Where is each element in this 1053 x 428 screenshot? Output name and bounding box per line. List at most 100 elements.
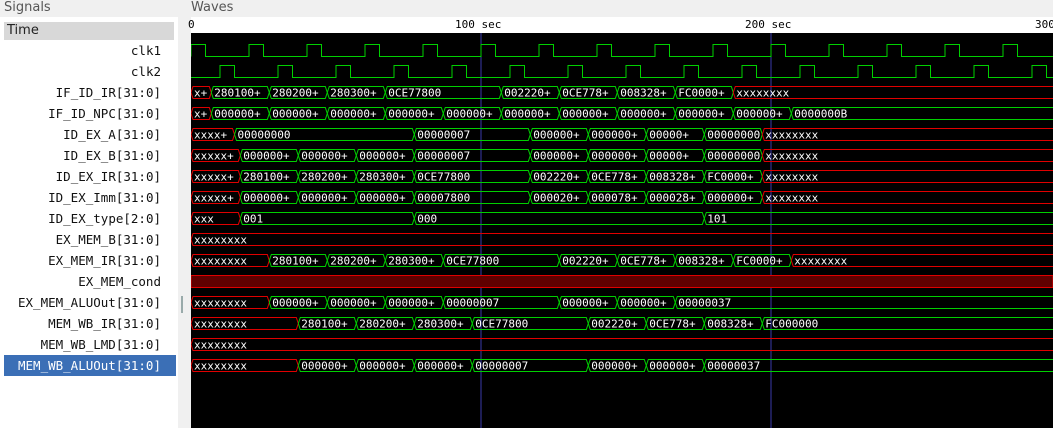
bus-value: 0000000B — [794, 108, 847, 121]
bus-value: 00000007 — [417, 150, 470, 163]
bus-value: 00000000 — [707, 129, 760, 142]
signal-name[interactable]: ID_EX_B[31:0] — [4, 145, 176, 166]
bus-value: 000000+ — [330, 297, 377, 310]
bus-value: xxxxxxxx — [765, 129, 818, 142]
signal-name[interactable]: MEM_WB_IR[31:0] — [4, 313, 176, 334]
bus-value: 000000+ — [301, 192, 348, 205]
signal-name[interactable]: ID_EX_A[31:0] — [4, 124, 176, 145]
bus-segment — [191, 338, 1053, 351]
bus-value: xxxxxxxx — [765, 192, 818, 205]
bus-value: 280200+ — [272, 87, 319, 100]
bus-value: 280200+ — [301, 171, 348, 184]
bus-value: 000000+ — [272, 297, 319, 310]
bus-value: 000000+ — [243, 150, 290, 163]
bus-value: 002220+ — [533, 171, 580, 184]
bus-value: 0CE77800 — [417, 171, 470, 184]
bus-value: 008328+ — [649, 171, 696, 184]
signal-name[interactable]: EX_MEM_IR[31:0] — [4, 250, 176, 271]
bus-value: 000000+ — [301, 150, 348, 163]
bus-value: 00007800 — [417, 192, 470, 205]
bus-value: 000020+ — [533, 192, 580, 205]
bus-value: xxxxxxxx — [765, 150, 818, 163]
bus-value: 000000+ — [359, 150, 406, 163]
signal-name[interactable]: MEM_WB_ALUOut[31:0] — [4, 355, 176, 376]
bus-value: 280100+ — [272, 255, 319, 268]
signal-name[interactable]: ID_EX_IR[31:0] — [4, 166, 176, 187]
bus-value: 000000+ — [707, 192, 754, 205]
bus-value: 00000007 — [475, 360, 528, 373]
ruler-tick-label: 100 sec — [455, 18, 502, 31]
bus-segment — [674, 296, 1053, 309]
bus-value: 002220+ — [504, 87, 551, 100]
waveform-canvas[interactable]: x+ 280100+ 280200+ 280300+ 0CE77800 002220+ 0C… — [191, 33, 1053, 428]
signal-name[interactable]: ID_EX_Imm[31:0] — [4, 187, 176, 208]
time-header[interactable]: Time — [4, 22, 174, 40]
bus-value: FC0000+ — [678, 87, 725, 100]
signal-name[interactable]: clk2 — [4, 61, 176, 82]
bus-value: xxxxx+ — [194, 192, 234, 205]
bus-value: 000078+ — [591, 192, 638, 205]
bus-value: xxxxxxxx — [194, 234, 247, 247]
bus-value: 000000+ — [591, 150, 638, 163]
bus-value: 000000+ — [388, 297, 435, 310]
bus-value: 280200+ — [359, 318, 406, 331]
bus-value: 0CE778+ — [591, 171, 638, 184]
signal-name[interactable]: EX_MEM_B[31:0] — [4, 229, 176, 250]
bus-value: 0CE77800 — [388, 87, 441, 100]
bus-value: 000000+ — [562, 108, 609, 121]
bus-value: 101 — [707, 213, 727, 226]
bus-value: 000000+ — [533, 150, 580, 163]
signal-name[interactable]: EX_MEM_cond — [4, 271, 176, 292]
bus-value: 280100+ — [214, 87, 261, 100]
signal-name[interactable]: IF_ID_IR[31:0] — [4, 82, 176, 103]
bus-value: 280200+ — [330, 255, 377, 268]
bus-value: 0CE77800 — [446, 255, 499, 268]
signal-name[interactable]: MEM_WB_LMD[31:0] — [4, 334, 176, 355]
bus-value: 000000+ — [388, 108, 435, 121]
bus-value: 280300+ — [359, 171, 406, 184]
bus-value: 000000+ — [504, 108, 551, 121]
bus-value: 000028+ — [649, 192, 696, 205]
bus-value: FC0000+ — [707, 171, 754, 184]
bus-value: xxxxx+ — [194, 150, 234, 163]
bus-value: 000000+ — [359, 360, 406, 373]
bus-value: 280100+ — [301, 318, 348, 331]
bus-value: FC000000 — [765, 318, 818, 331]
bus-value: 002220+ — [591, 318, 638, 331]
bus-value: 280100+ — [243, 171, 290, 184]
bus-value: 002220+ — [562, 255, 609, 268]
splitter-grip-icon[interactable] — [181, 296, 183, 313]
ruler-tick-label: 0 — [188, 18, 195, 31]
bus-value: x+ — [194, 108, 208, 121]
bus-segment — [413, 212, 705, 225]
bus-value: 000000+ — [446, 108, 493, 121]
bus-value: 280300+ — [417, 318, 464, 331]
unknown-value-band — [191, 275, 1053, 288]
signal-name[interactable]: IF_ID_NPC[31:0] — [4, 103, 176, 124]
ruler-tick-label: 300 — [1035, 18, 1053, 31]
bus-segment — [239, 212, 415, 225]
bus-value: xxxx+ — [194, 129, 227, 142]
bus-segment — [191, 233, 1053, 246]
bus-value: xxxxxxxx — [194, 297, 247, 310]
bus-value: 000000+ — [649, 360, 696, 373]
bus-value: 00000007 — [446, 297, 499, 310]
bus-value: xxx — [194, 213, 214, 226]
pane-splitter[interactable] — [178, 17, 186, 428]
bus-value: 000000+ — [301, 360, 348, 373]
bus-value: xxxxxxxx — [794, 255, 847, 268]
bus-value: xxxxxxxx — [765, 171, 818, 184]
bus-value: xxxxxxxx — [194, 360, 247, 373]
bus-value: 000000+ — [678, 108, 725, 121]
bus-value: 00000037 — [678, 297, 731, 310]
bus-value: xxxxxxxx — [194, 255, 247, 268]
signal-name[interactable]: clk1 — [4, 40, 176, 61]
time-ruler[interactable] — [191, 17, 1053, 33]
bus-value: 008328+ — [678, 255, 725, 268]
signal-name[interactable]: ID_EX_type[2:0] — [4, 208, 176, 229]
bus-value: 008328+ — [707, 318, 754, 331]
signal-name[interactable]: EX_MEM_ALUOut[31:0] — [4, 292, 176, 313]
bus-value: 000000+ — [736, 108, 783, 121]
bus-value: 000000+ — [591, 360, 638, 373]
bus-value: 000000+ — [214, 108, 261, 121]
